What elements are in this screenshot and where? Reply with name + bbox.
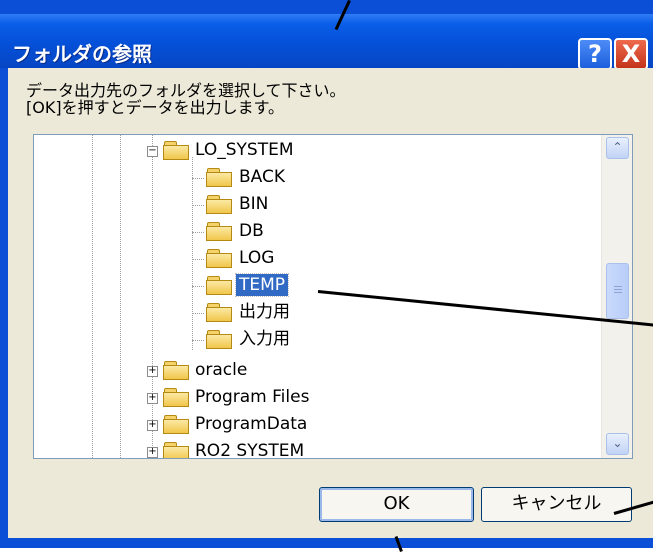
thumb-grip bbox=[614, 289, 622, 290]
tree-guide-line bbox=[192, 259, 204, 260]
tree-item-log[interactable]: LOG bbox=[34, 246, 594, 272]
tree-item-temp[interactable]: TEMP bbox=[34, 273, 594, 299]
tree-item-label: oracle bbox=[195, 360, 248, 380]
expand-icon[interactable]: + bbox=[147, 420, 158, 431]
folder-icon bbox=[163, 440, 191, 458]
tree-item-label: BACK bbox=[239, 167, 286, 187]
tree-item-bin[interactable]: BIN bbox=[34, 192, 594, 218]
dialog-title: フォルダの参照 bbox=[12, 42, 152, 66]
folder-icon bbox=[206, 166, 234, 188]
folder-icon bbox=[206, 193, 234, 215]
tree-item-label: LO_SYSTEM bbox=[195, 140, 294, 160]
folder-icon bbox=[163, 413, 191, 435]
tree-item-label: 出力用 bbox=[239, 302, 290, 322]
tree-guide-line bbox=[192, 178, 204, 179]
tree-item-label: DB bbox=[239, 221, 264, 241]
folder-icon bbox=[206, 328, 234, 350]
tree-item-lo-system[interactable]: − LO_SYSTEM bbox=[34, 138, 594, 164]
folder-icon bbox=[206, 301, 234, 323]
expand-icon[interactable]: + bbox=[147, 447, 158, 458]
tree-item-ro2-system[interactable]: + RO2 SYSTEM bbox=[34, 439, 594, 459]
tree-guide-line bbox=[192, 205, 204, 206]
close-button[interactable]: X bbox=[614, 38, 648, 70]
tree-guide-line bbox=[192, 232, 204, 233]
folder-icon bbox=[163, 386, 191, 408]
thumb-grip bbox=[614, 292, 622, 293]
tree-guide-line bbox=[192, 286, 204, 287]
help-button[interactable]: ? bbox=[578, 38, 612, 70]
tree-item-db[interactable]: DB bbox=[34, 219, 594, 245]
tree-item-label: LOG bbox=[239, 248, 275, 268]
scroll-up-button[interactable]: ⌃ bbox=[606, 137, 629, 159]
cancel-button[interactable]: キャンセル bbox=[481, 487, 632, 522]
collapse-icon[interactable]: − bbox=[147, 146, 158, 157]
folder-icon bbox=[163, 359, 191, 381]
folder-icon bbox=[206, 247, 234, 269]
tree-guide-line bbox=[192, 340, 204, 341]
scroll-thumb[interactable] bbox=[606, 263, 629, 319]
tree-item-oracle[interactable]: + oracle bbox=[34, 358, 594, 384]
tree-item-label: ProgramData bbox=[195, 414, 308, 434]
expand-icon[interactable]: + bbox=[147, 393, 158, 404]
thumb-grip bbox=[614, 286, 622, 287]
folder-browse-dialog: フォルダの参照 ? X データ出力先のフォルダを選択して下さい。 [OK]を押す… bbox=[0, 0, 653, 548]
tree-item-input[interactable]: 入力用 bbox=[34, 327, 594, 353]
tree-item-program-files[interactable]: + Program Files bbox=[34, 385, 594, 411]
folder-tree[interactable]: − LO_SYSTEM BACK BIN DB LOG TEMP 出力用 入力用… bbox=[33, 134, 633, 459]
tree-item-label: TEMP bbox=[234, 273, 290, 297]
tree-guide-line bbox=[192, 313, 204, 314]
tree-item-label: RO2 SYSTEM bbox=[195, 441, 305, 459]
expand-icon[interactable]: + bbox=[147, 366, 158, 377]
tree-item-label: 入力用 bbox=[239, 329, 290, 349]
scroll-down-button[interactable]: ⌄ bbox=[606, 433, 629, 455]
title-bar[interactable]: フォルダの参照 ? X bbox=[0, 14, 653, 70]
tree-item-output[interactable]: 出力用 bbox=[34, 300, 594, 326]
folder-open-icon bbox=[163, 139, 191, 161]
instruction-text: データ出力先のフォルダを選択して下さい。 [OK]を押すとデータを出力します。 bbox=[26, 81, 346, 117]
folder-icon bbox=[206, 220, 234, 242]
vertical-scrollbar[interactable]: ⌃ ⌄ bbox=[601, 135, 632, 458]
ok-button[interactable]: OK bbox=[319, 487, 474, 522]
tree-item-label: Program Files bbox=[195, 387, 310, 407]
tree-item-programdata[interactable]: + ProgramData bbox=[34, 412, 594, 438]
folder-open-icon bbox=[206, 274, 234, 296]
tree-item-back[interactable]: BACK bbox=[34, 165, 594, 191]
tree-item-label: BIN bbox=[239, 194, 269, 214]
